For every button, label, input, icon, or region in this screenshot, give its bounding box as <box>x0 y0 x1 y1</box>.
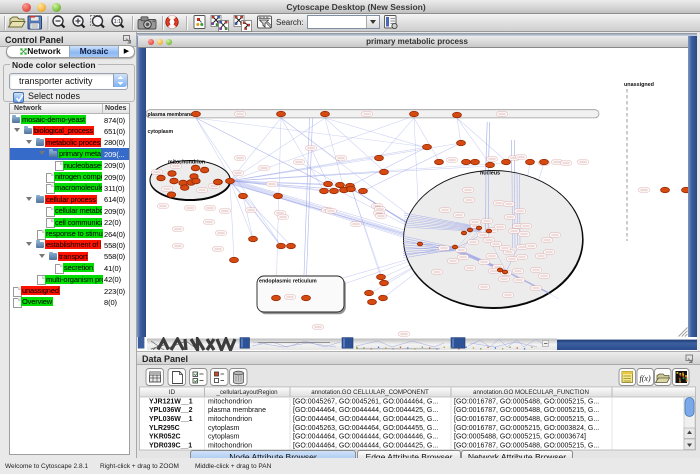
svg-text:_cellularLayoutRegion: _cellularLayoutRegion <box>215 389 278 396</box>
svg-text:[GO:0016787, GO:0005488, GO:00: [GO:0016787, GO:0005488, GO:0005215, G..… <box>454 416 599 423</box>
svg-text:[GO:0044464, GO:0044444, GO:00: [GO:0044464, GO:0044444, GO:0044425, G..… <box>293 407 438 414</box>
svg-text:cytoplasm: cytoplasm <box>208 434 240 441</box>
svg-text:unassigned: unassigned <box>624 82 654 88</box>
svg-text:[GO:0016787, GO:0005488, GO:00: [GO:0016787, GO:0005488, GO:0005215, G..… <box>454 443 599 450</box>
svg-text:mitochondrion: mitochondrion <box>208 443 252 450</box>
svg-text:YKR052C: YKR052C <box>149 434 181 441</box>
svg-text:plasma membrane: plasma membrane <box>148 112 194 118</box>
svg-text:annotation.GO MOLECULAR_FUNCTI: annotation.GO MOLECULAR_FUNCTION <box>473 389 589 396</box>
svg-text:endoplasmic reticulum: endoplasmic reticulum <box>259 279 317 285</box>
svg-text:1:1: 1:1 <box>114 19 122 25</box>
svg-text:f(x): f(x) <box>640 374 651 383</box>
svg-text:mitochondrion: mitochondrion <box>168 160 205 166</box>
svg-text:mitochondrion: mitochondrion <box>208 398 252 405</box>
svg-text:[GO:0045263, GO:0044464, GO:00: [GO:0045263, GO:0044464, GO:0044455, G..… <box>293 425 438 432</box>
svg-text:YPL036W__2: YPL036W__2 <box>149 407 193 414</box>
svg-text:[GO:0045267, GO:0045261, GO:00: [GO:0045267, GO:0045261, GO:0044464, G..… <box>293 398 438 405</box>
svg-text:[GO:0016787, GO:0005488, GO:00: [GO:0016787, GO:0005488, GO:0005215, G..… <box>454 407 599 414</box>
svg-text:mitochondrion: mitochondrion <box>208 416 252 423</box>
svg-text:annotation.GO CELLULAR_COMPONE: annotation.GO CELLULAR_COMPONENT <box>311 389 429 396</box>
svg-text:YLR295C: YLR295C <box>149 425 180 432</box>
svg-text:ID: ID <box>169 389 176 396</box>
svg-text:[GO:0044464, GO:0044444, GO:00: [GO:0044464, GO:0044444, GO:0044446, G..… <box>293 434 438 441</box>
svg-text:plasma membrane: plasma membrane <box>208 407 266 414</box>
svg-text:[GO:0016787, GO:0005488, GO:00: [GO:0016787, GO:0005488, GO:0005215, G..… <box>454 398 599 405</box>
svg-text:cytoplasm: cytoplasm <box>208 425 240 432</box>
svg-text:YDR039C__1: YDR039C__1 <box>149 443 192 450</box>
svg-text:[GO:0044464, GO:0044444, GO:00: [GO:0044464, GO:0044444, GO:0044425, G..… <box>293 443 438 450</box>
svg-text:nucleus: nucleus <box>480 171 500 177</box>
svg-text:[GO:0044464, GO:0044444, GO:00: [GO:0044464, GO:0044444, GO:0044425, G..… <box>293 416 438 423</box>
svg-text:YPL036W__1: YPL036W__1 <box>149 416 193 423</box>
svg-text:YJR121W__1: YJR121W__1 <box>149 398 193 405</box>
svg-text:[GO:0016787, GO:0005215, GO:00: [GO:0016787, GO:0005215, GO:0003824, G..… <box>454 425 599 432</box>
svg-text:cytoplasm: cytoplasm <box>148 129 174 135</box>
svg-text:[GO:0005488, GO:0005215, GO:00: [GO:0005488, GO:0005215, GO:0003674] <box>454 434 586 441</box>
